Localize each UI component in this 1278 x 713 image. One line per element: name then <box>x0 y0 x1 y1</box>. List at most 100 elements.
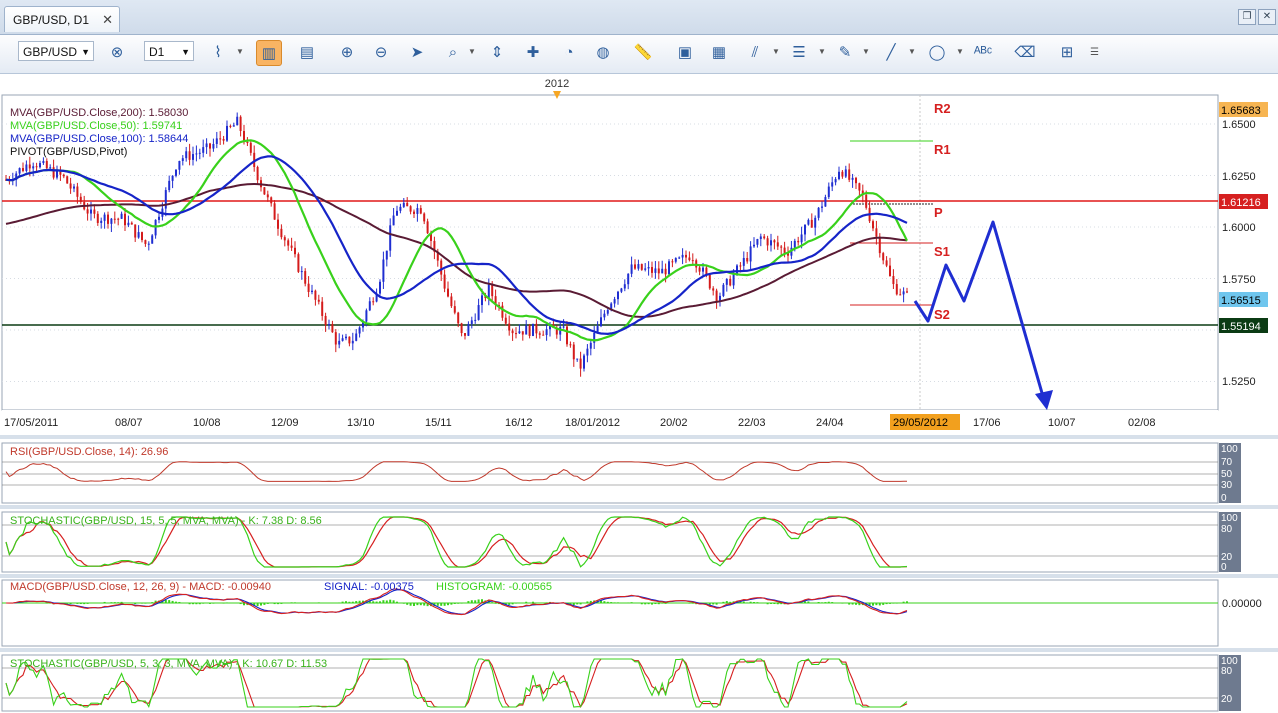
candle-body <box>841 171 844 177</box>
macd-histogram-bar <box>28 602 31 604</box>
candle-body <box>365 310 368 322</box>
text-tool-icon[interactable]: ᴬᴮᶜ <box>970 40 996 66</box>
candle-body <box>804 224 806 235</box>
candle-body <box>198 152 201 154</box>
pen-icon[interactable]: ✎ <box>832 40 858 66</box>
candle-body <box>535 323 538 334</box>
template-icon[interactable]: ▦ <box>706 40 732 66</box>
candle-body <box>878 236 881 254</box>
lines-icon[interactable]: ☰ <box>786 40 812 66</box>
chevron-down-icon[interactable]: ▼ <box>908 47 916 56</box>
macd-histogram-bar <box>453 603 456 604</box>
macd-histogram-bar <box>634 603 636 604</box>
price-flag-pivot-text: 1.61216 <box>1221 197 1261 209</box>
chevron-down-icon[interactable]: ▼ <box>818 47 826 56</box>
macd-histogram-bar <box>324 603 327 604</box>
remove-symbol-icon[interactable]: ⊗ <box>104 40 130 66</box>
hierarchy-icon[interactable]: ⊞ <box>1054 40 1080 66</box>
macd-histogram-bar <box>263 603 266 605</box>
candle-body <box>518 331 521 334</box>
close-tab-icon[interactable]: ✕ <box>102 7 113 33</box>
zoom-out-icon[interactable]: ⊖ <box>368 40 394 66</box>
candle-body <box>379 281 381 294</box>
crosshair-icon[interactable]: ✚ <box>520 40 546 66</box>
chevron-down-icon[interactable]: ▼ <box>956 47 964 56</box>
price-flag-last-text: 1.56515 <box>1221 295 1261 307</box>
radar-icon[interactable]: ◔ <box>556 40 582 66</box>
zoom-in-icon[interactable]: ⊕ <box>334 40 360 66</box>
ellipse-icon[interactable]: ◯ <box>924 40 950 66</box>
candle-body <box>151 235 154 244</box>
year-label: 2012 <box>545 78 569 90</box>
stoch1-label: STOCHASTIC(GBP/USD, 15, 5, 5, MVA, MVA) … <box>10 515 322 527</box>
panel-splitter[interactable] <box>0 435 1278 439</box>
ruler-icon[interactable]: 📏 <box>630 40 656 66</box>
cursor-icon[interactable]: ➤ <box>404 40 430 66</box>
candle-body <box>294 247 296 255</box>
candle-body <box>528 325 531 336</box>
candle-body <box>583 355 585 369</box>
macd-histogram-bar <box>392 600 395 603</box>
candle-body <box>226 125 228 141</box>
chevron-down-icon[interactable]: ▼ <box>236 47 244 56</box>
macd-histogram-bar <box>521 602 524 604</box>
line-tool-icon[interactable]: ╱ <box>878 40 904 66</box>
panel-splitter[interactable] <box>0 648 1278 652</box>
candle-body <box>739 265 742 267</box>
candle-body <box>470 320 473 324</box>
candle-body <box>45 160 48 169</box>
macd-histogram-bar <box>25 602 28 603</box>
candle-body <box>824 197 827 207</box>
timeframe-select[interactable]: D1 ▼ <box>144 41 194 61</box>
macd-histogram-bar <box>256 603 259 607</box>
autoscale-icon[interactable]: ⇕ <box>484 40 510 66</box>
candle-body <box>783 247 786 253</box>
chevron-down-icon[interactable]: ▼ <box>772 47 780 56</box>
macd-histogram-bar <box>515 603 517 604</box>
candle-body <box>827 186 830 198</box>
macd-histogram-bar <box>827 601 830 603</box>
symbol-select[interactable]: GBP/USD ▼ <box>18 41 94 61</box>
macd-histogram-bar <box>766 603 769 605</box>
chevron-down-icon[interactable]: ▼ <box>862 47 870 56</box>
macd-histogram-bar <box>79 603 82 605</box>
globe-icon[interactable]: ◍ <box>590 40 616 66</box>
macd-histogram-bar <box>518 602 521 604</box>
eraser-icon[interactable]: ⌫ <box>1012 40 1038 66</box>
chevron-down-icon[interactable]: ▼ <box>468 47 476 56</box>
candle-body <box>382 259 385 282</box>
macd-histogram-bar <box>899 602 902 604</box>
candle-body <box>62 174 65 177</box>
macd-histogram-bar <box>277 603 279 605</box>
macd-histogram-bar <box>379 601 381 603</box>
candle-body <box>647 267 650 269</box>
macd-histogram-bar <box>447 603 449 606</box>
macd-histogram-bar <box>113 602 116 603</box>
candle-body <box>406 202 409 207</box>
macd-histogram-bar <box>338 602 341 603</box>
macd-histogram-bar <box>902 601 905 603</box>
fibonacci-icon[interactable]: ⫽ <box>742 40 768 66</box>
candle-body <box>566 326 568 345</box>
more-icon[interactable]: ☰ <box>1090 47 1099 58</box>
macd-histogram-bar <box>178 601 181 603</box>
date-tick: 17/06 <box>973 417 1001 429</box>
chart-area[interactable]: 2012 R2 R1 P S1 S2 MVA(GBP/USD.Close,200… <box>0 74 1278 713</box>
candles-icon[interactable]: ▤ <box>294 40 320 66</box>
restore-window-icon[interactable]: ❐ <box>1238 9 1256 25</box>
picture-icon[interactable]: ▣ <box>672 40 698 66</box>
macd-histogram-bar <box>525 601 528 603</box>
zoom-area-icon[interactable]: ⌕ <box>440 40 466 66</box>
candle-body <box>630 264 633 274</box>
candle-body <box>358 327 361 334</box>
date-tick: 10/07 <box>1048 417 1076 429</box>
candle-body <box>147 243 150 245</box>
panel-splitter[interactable] <box>0 505 1278 509</box>
candle-body <box>96 213 99 223</box>
chart-tab[interactable]: GBP/USD, D1 ✕ <box>4 6 120 32</box>
panel-splitter[interactable] <box>0 574 1278 578</box>
chart-style-icon[interactable]: ⌇ <box>205 40 231 66</box>
bar-chart-icon[interactable]: ▥ <box>256 40 282 66</box>
timeframe-value: D1 <box>149 45 165 59</box>
close-window-icon[interactable]: ✕ <box>1258 9 1276 25</box>
